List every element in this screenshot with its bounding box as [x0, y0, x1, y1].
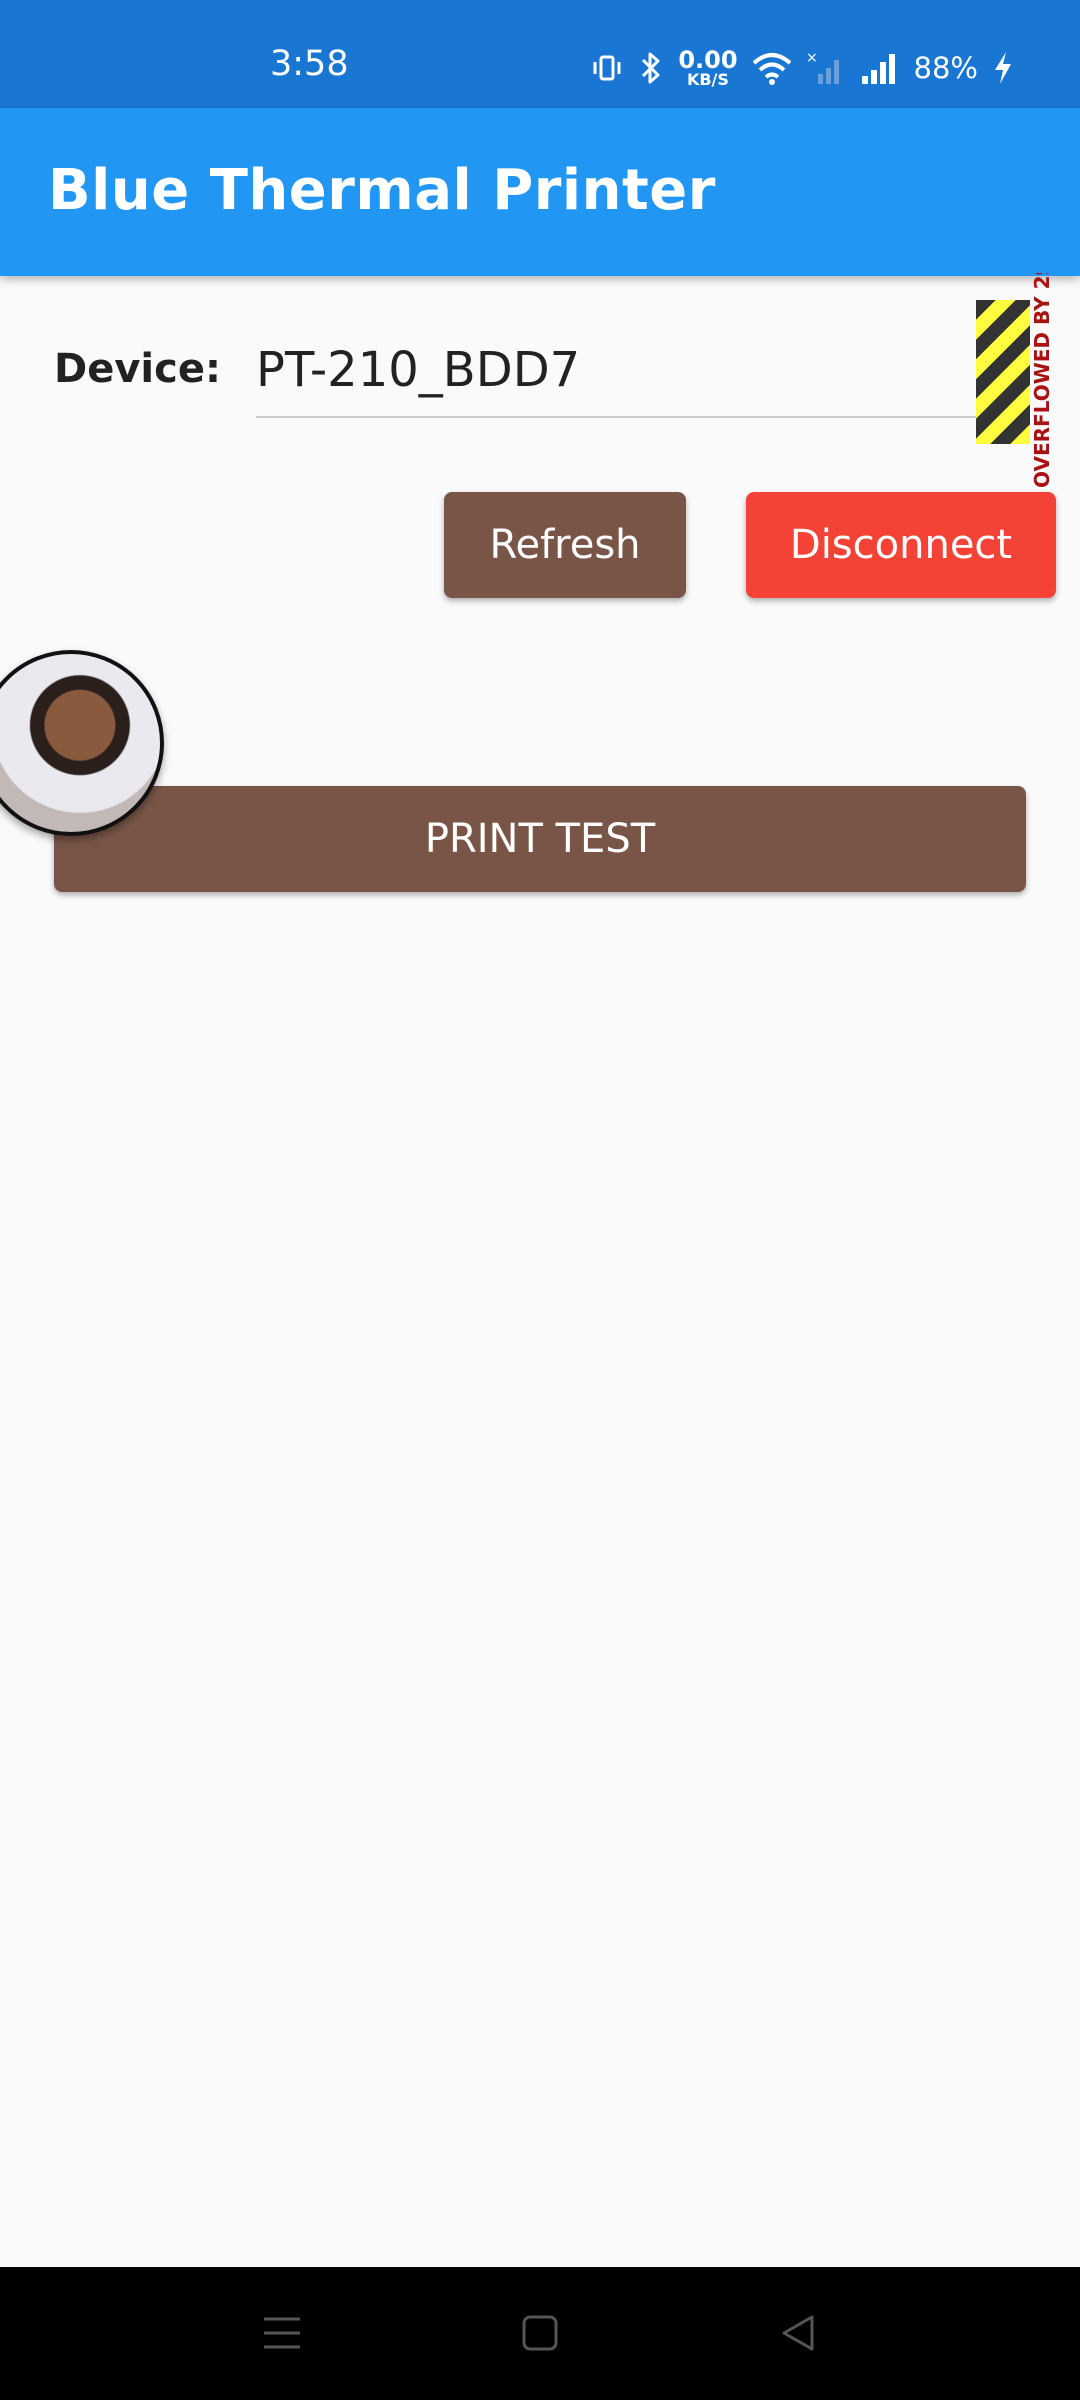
wifi-icon [752, 51, 792, 85]
net-speed-unit: KB/S [686, 70, 729, 89]
device-label: Device: [54, 346, 221, 392]
overflow-warning-stripes [976, 300, 1030, 444]
signal-off-icon: × [806, 50, 846, 86]
overflow-warning-text: OVERFLOWED BY 29 [1030, 273, 1054, 488]
vibrate-icon [590, 51, 624, 85]
page-title: Blue Thermal Printer [48, 158, 716, 223]
app-bar: Blue Thermal Printer [0, 108, 1080, 276]
status-icons: 0.00 KB/S × 88% [590, 44, 1014, 92]
disconnect-button[interactable]: Disconnect [746, 492, 1056, 598]
net-speed-value: 0.00 [678, 46, 738, 74]
home-icon[interactable] [520, 2311, 560, 2360]
navigation-bar [0, 2267, 1080, 2400]
svg-text:×: × [806, 50, 818, 66]
network-speed: 0.00 KB/S [678, 48, 737, 88]
charging-icon [992, 50, 1014, 86]
signal-icon [860, 50, 900, 86]
status-time: 3:58 [270, 44, 349, 84]
device-selected-value: PT-210_BDD7 [256, 342, 581, 398]
back-icon[interactable] [778, 2311, 818, 2360]
status-bar: 3:58 0.00 KB/S × 88% [0, 0, 1080, 108]
menu-icon[interactable] [262, 2311, 302, 2360]
refresh-button[interactable]: Refresh [444, 492, 686, 598]
print-test-button[interactable]: PRINT TEST [54, 786, 1026, 892]
device-dropdown[interactable]: PT-210_BDD7 [256, 322, 1000, 418]
bluetooth-icon [638, 50, 664, 86]
battery-percent: 88% [913, 51, 978, 85]
